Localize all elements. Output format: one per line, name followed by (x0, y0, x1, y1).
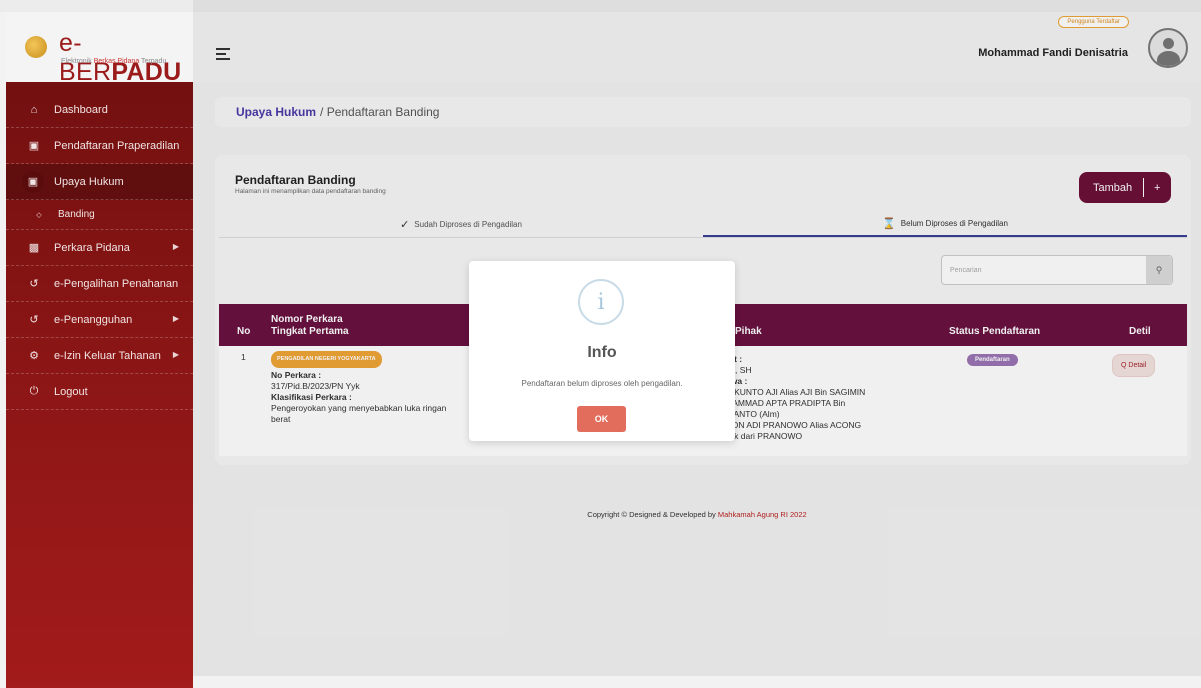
sidebar-item-penangguhan[interactable]: ↺ e-Penangguhan ▶ (6, 302, 193, 338)
sidebar: e-BERPADU Elektronik Berkas Pidana Terpa… (6, 12, 193, 688)
gear-icon: ⚙ (29, 350, 39, 362)
sidebar-item-label: Logout (54, 385, 88, 398)
sidebar-item-logout[interactable]: ⏻ Logout (6, 374, 193, 410)
chevron-right-icon: ▶ (172, 350, 179, 359)
sidebar-item-label: e-Penangguhan (54, 313, 133, 326)
history-icon: ↺ (29, 314, 39, 326)
diamond-bullet-icon: ◇ (36, 211, 42, 219)
sidebar-item-label: Upaya Hukum (54, 175, 124, 188)
brand[interactable]: e-BERPADU Elektronik Berkas Pidana Terpa… (6, 12, 193, 86)
sidebar-item-label: Pendaftaran Praperadilan (54, 139, 180, 152)
sidebar-item-label: e-Izin Keluar Tahanan (54, 349, 161, 362)
dialog-message: Pendaftaran belum diproses oleh pengadil… (521, 379, 683, 388)
document-icon: ▣ (22, 170, 44, 193)
brand-tag-a: Elektronik (61, 58, 94, 65)
brand-tag-c: Terpadu (139, 58, 167, 65)
sidebar-item-praperadilan[interactable]: ▣ Pendaftaran Praperadilan (6, 128, 193, 164)
history-icon: ↺ (29, 278, 39, 290)
sidebar-menu: ⌂ Dashboard ▣ Pendaftaran Praperadilan ▣… (6, 92, 193, 410)
power-icon: ⏻ (29, 385, 39, 397)
sidebar-item-label: Banding (58, 209, 95, 220)
home-icon: ⌂ (30, 103, 38, 116)
brand-tagline: Elektronik Berkas Pidana Terpadu (61, 58, 166, 65)
info-dialog: i Info Pendaftaran belum diproses oleh p… (469, 261, 735, 441)
sidebar-item-izin-keluar[interactable]: ⚙ e-Izin Keluar Tahanan ▶ (6, 338, 193, 374)
sidebar-item-perkara-pidana[interactable]: ▩ Perkara Pidana ▶ (6, 230, 193, 266)
info-icon: i (578, 279, 624, 325)
sidebar-item-banding[interactable]: ◇ Banding (6, 200, 193, 230)
dialog-title: Info (587, 344, 617, 361)
brand-tag-b: Berkas Pidana (93, 58, 140, 65)
document-icon: ▣ (28, 140, 40, 152)
sidebar-item-label: Perkara Pidana (54, 241, 130, 254)
folder-icon: ▩ (28, 242, 40, 254)
sidebar-item-label: Dashboard (54, 103, 108, 116)
ok-button[interactable]: OK (577, 406, 626, 432)
sidebar-item-label: e-Pengalihan Penahanan (54, 277, 179, 290)
sidebar-item-upaya-hukum[interactable]: ▣ Upaya Hukum (6, 164, 193, 200)
chevron-right-icon: ▶ (172, 242, 179, 251)
court-logo-icon (25, 36, 47, 58)
chevron-right-icon: ▶ (172, 314, 179, 323)
sidebar-item-dashboard[interactable]: ⌂ Dashboard (6, 92, 193, 128)
sidebar-item-pengalihan-penahanan[interactable]: ↺ e-Pengalihan Penahanan (6, 266, 193, 302)
